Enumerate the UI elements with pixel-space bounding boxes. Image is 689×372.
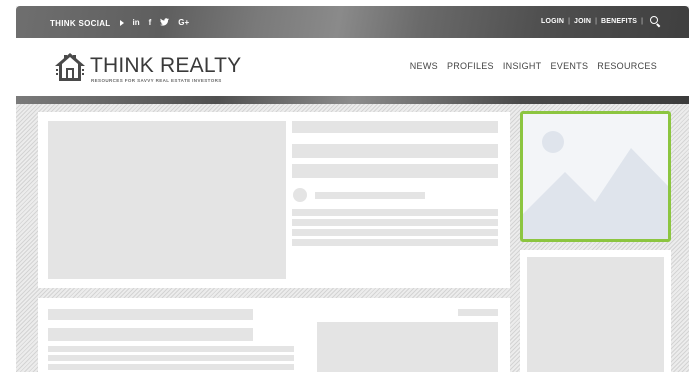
header-divider-band — [16, 96, 689, 104]
text-line-placeholder — [292, 144, 498, 158]
nav-profiles[interactable]: PROFILES — [447, 61, 494, 71]
benefits-link[interactable]: BENEFITS — [601, 18, 637, 25]
content-area — [16, 104, 689, 372]
social-links: THINK SOCIAL in f G+ — [50, 16, 189, 30]
text-line-placeholder — [292, 209, 498, 216]
join-link[interactable]: JOIN — [574, 18, 591, 25]
image-placeholder — [317, 322, 498, 372]
nav-events[interactable]: EVENTS — [550, 61, 588, 71]
think-social-label[interactable]: THINK SOCIAL — [50, 19, 111, 28]
article-card[interactable] — [38, 298, 510, 372]
featured-article-card[interactable] — [38, 112, 510, 288]
author-avatar-placeholder — [293, 188, 307, 202]
separator: | — [641, 18, 643, 25]
search-icon[interactable] — [650, 16, 661, 28]
text-line-placeholder — [48, 355, 294, 361]
site-logo[interactable]: THINK REALTY RESOURCES FOR SAVVY REAL ES… — [53, 51, 253, 85]
brand-name: THINK REALTY — [90, 54, 242, 77]
nav-insight[interactable]: INSIGHT — [503, 61, 542, 71]
headline-placeholder — [292, 121, 498, 133]
text-line-placeholder — [292, 239, 498, 246]
browser-frame: THINK SOCIAL in f G+ LOGIN | JOIN | BENE… — [16, 6, 689, 372]
house-logo-icon — [55, 53, 85, 81]
headline-placeholder — [48, 309, 253, 320]
nav-resources[interactable]: RESOURCES — [597, 61, 657, 71]
caret-right-icon — [119, 20, 124, 26]
facebook-icon[interactable]: f — [149, 19, 152, 27]
brand-tagline: RESOURCES FOR SAVVY REAL ESTATE INVESTOR… — [91, 78, 222, 83]
tag-placeholder — [458, 309, 498, 316]
account-links: LOGIN | JOIN | BENEFITS | — [541, 16, 661, 28]
image-placeholder-card[interactable] — [520, 111, 671, 242]
google-plus-icon[interactable]: G+ — [178, 19, 189, 27]
text-line-placeholder — [48, 364, 294, 370]
author-name-placeholder — [315, 192, 425, 199]
linkedin-icon[interactable]: in — [133, 19, 140, 27]
text-line-placeholder — [48, 346, 294, 352]
site-header: THINK REALTY RESOURCES FOR SAVVY REAL ES… — [16, 38, 689, 96]
text-line-placeholder — [292, 229, 498, 236]
featured-image-placeholder — [48, 121, 286, 279]
text-line-placeholder — [292, 219, 498, 226]
image-placeholder-icon — [523, 114, 668, 239]
text-line-placeholder — [292, 164, 498, 178]
top-bar: THINK SOCIAL in f G+ LOGIN | JOIN | BENE… — [16, 6, 689, 38]
login-link[interactable]: LOGIN — [541, 18, 564, 25]
nav-news[interactable]: NEWS — [410, 61, 438, 71]
twitter-icon[interactable] — [160, 18, 170, 28]
separator: | — [568, 18, 570, 25]
separator: | — [595, 18, 597, 25]
main-nav: NEWS PROFILES INSIGHT EVENTS RESOURCES — [410, 61, 657, 71]
sidebar-image-placeholder — [527, 257, 664, 372]
text-line-placeholder — [48, 328, 253, 341]
sidebar-card[interactable] — [520, 250, 671, 372]
